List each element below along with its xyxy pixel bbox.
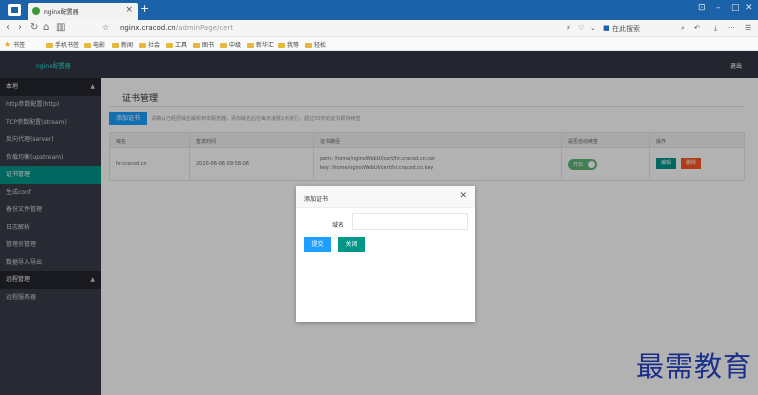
- folder-icon: [84, 43, 91, 48]
- address-bar: ‹ › ↻ ⌂ ▥ ☆ nginx.cracod.cn/adminPage/ce…: [0, 20, 758, 37]
- url-host: nginx.cracod.cn: [120, 24, 176, 32]
- bookmarks-bar: ★ 书签 手机书签 电影 新闻 社会 工具 图书 中级 新华汇 我等 轻松: [0, 37, 758, 51]
- tab-title: nginx配置器: [44, 9, 79, 16]
- bookmark-xinhua[interactable]: 新华汇: [247, 40, 274, 49]
- heart-icon[interactable]: ♡: [578, 24, 584, 32]
- search-engine-icon: ■: [603, 24, 610, 32]
- bookmark-label: 我等: [287, 42, 300, 49]
- dialog-header: 添加证书 ✕: [296, 186, 475, 208]
- folder-icon: [112, 43, 119, 48]
- download-icon[interactable]: ⤓: [714, 24, 717, 33]
- undo-icon[interactable]: ↶: [694, 24, 700, 32]
- folder-icon: [193, 43, 200, 48]
- back-icon[interactable]: ‹: [6, 22, 10, 34]
- window-close-button[interactable]: ✕: [745, 3, 753, 13]
- home-icon[interactable]: ⌂: [43, 22, 49, 34]
- lightning-icon[interactable]: ⚡: [566, 24, 571, 32]
- folder-icon: [278, 43, 285, 48]
- window-maximize-button[interactable]: □: [731, 3, 740, 13]
- chevron-down-icon[interactable]: ⌄: [590, 24, 596, 32]
- tab-close-icon[interactable]: ×: [125, 5, 133, 15]
- search-icon[interactable]: ⌕: [681, 24, 685, 33]
- close-button[interactable]: 关闭: [338, 237, 365, 252]
- bookmark-wait[interactable]: 我等: [278, 40, 299, 49]
- folder-icon: [46, 43, 53, 48]
- window-restore-icon[interactable]: ⊡: [698, 3, 706, 13]
- bookmark-books[interactable]: 图书: [193, 40, 214, 49]
- folder-icon: [247, 43, 254, 48]
- bookmark-bookmarks[interactable]: ★ 书签: [4, 40, 25, 49]
- bookmark-label: 手机书签: [55, 42, 80, 49]
- submit-button[interactable]: 提交: [304, 237, 331, 252]
- bookmark-movies[interactable]: 电影: [84, 40, 105, 49]
- folder-icon: [220, 43, 227, 48]
- bookmark-star-icon[interactable]: ☆: [102, 22, 109, 34]
- bookmark-label: 工具: [175, 42, 188, 49]
- bookmark-society[interactable]: 社会: [139, 40, 160, 49]
- browser-tab-bar: nginx配置器 × + ⊡ – □ ✕: [0, 0, 758, 20]
- bookmark-label: 中级: [229, 42, 242, 49]
- domain-input[interactable]: [352, 213, 468, 230]
- url-field[interactable]: nginx.cracod.cn/adminPage/cert: [120, 24, 233, 32]
- window-minimize-button[interactable]: –: [716, 3, 721, 13]
- app-logo[interactable]: nginx配置器: [36, 61, 71, 70]
- url-path: /adminPage/cert: [175, 24, 234, 32]
- bookmark-label: 社会: [148, 42, 161, 49]
- bookmark-tools[interactable]: 工具: [166, 40, 187, 49]
- star-icon: ★: [4, 40, 12, 49]
- more-icon[interactable]: ···: [728, 24, 735, 32]
- browser-tab[interactable]: nginx配置器 ×: [28, 3, 138, 20]
- bookmark-label: 新闻: [121, 42, 134, 49]
- domain-label: 域名: [332, 222, 345, 229]
- reader-icon[interactable]: ▥: [56, 22, 65, 34]
- watermark: 最需教育: [636, 350, 753, 383]
- add-cert-dialog: 添加证书 ✕ 域名 提交 关闭: [296, 186, 475, 322]
- bookmark-label: 轻松: [314, 42, 327, 49]
- bookmark-news[interactable]: 新闻: [112, 40, 133, 49]
- browser-app-icon[interactable]: [8, 4, 21, 16]
- bookmark-label: 书签: [13, 42, 26, 49]
- menu-icon[interactable]: ☰: [745, 24, 751, 32]
- bookmark-easy[interactable]: 轻松: [305, 40, 326, 49]
- folder-icon: [166, 43, 173, 48]
- dialog-title: 添加证书: [304, 196, 329, 203]
- search-box[interactable]: 在此搜索: [612, 24, 640, 34]
- bookmark-mobile[interactable]: 手机书签: [46, 40, 79, 49]
- bookmark-label: 图书: [202, 42, 215, 49]
- forward-icon[interactable]: ›: [18, 22, 22, 34]
- bookmark-label: 电影: [93, 42, 106, 49]
- logout-link[interactable]: 退出: [730, 61, 742, 70]
- bookmark-label: 新华汇: [256, 42, 275, 49]
- bookmark-mid[interactable]: 中级: [220, 40, 241, 49]
- tab-favicon-icon: [32, 7, 40, 15]
- folder-icon: [139, 43, 146, 48]
- close-icon[interactable]: ✕: [459, 191, 467, 201]
- app-header: nginx配置器 退出: [0, 51, 758, 78]
- new-tab-button[interactable]: +: [140, 3, 149, 15]
- refresh-icon[interactable]: ↻: [30, 22, 38, 34]
- folder-icon: [305, 43, 312, 48]
